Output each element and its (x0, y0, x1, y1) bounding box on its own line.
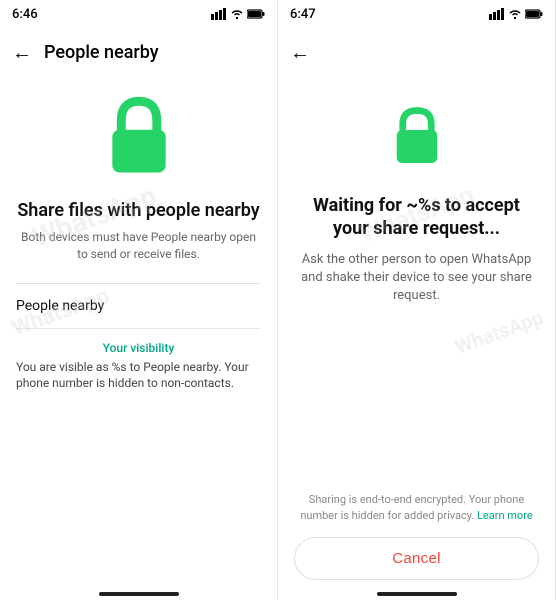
share-subtitle: Both devices must have People nearby ope… (16, 229, 261, 263)
battery-icon-2 (525, 9, 543, 19)
bottom-bar-2 (377, 592, 457, 596)
status-bar-1: 6:46 (0, 0, 277, 28)
bottom-indicator-1 (0, 584, 277, 600)
wifi-icon-2 (508, 9, 522, 19)
waiting-subtitle: Ask the other person to open WhatsApp an… (298, 251, 535, 306)
back-button-1[interactable]: ← (12, 40, 32, 65)
people-nearby-list-item[interactable]: People nearby (16, 284, 261, 329)
visibility-section-label: Your visibility (103, 341, 175, 355)
learn-more-link[interactable]: Learn more (477, 509, 533, 522)
wifi-icon (230, 9, 244, 19)
status-bar-2: 6:47 (278, 0, 555, 28)
bottom-bar-1 (99, 592, 179, 596)
status-time-1: 6:46 (12, 7, 38, 22)
share-title: Share files with people nearby (17, 200, 259, 221)
battery-icon (247, 9, 265, 19)
top-bar-1: ← People nearby (0, 28, 277, 76)
status-icons-2 (489, 8, 543, 20)
back-button-2[interactable]: ← (290, 40, 310, 65)
status-icons-1 (211, 8, 265, 20)
signal-icon (211, 8, 227, 20)
visibility-text: You are visible as %s to People nearby. … (16, 359, 261, 393)
signal-icon-2 (489, 8, 505, 20)
screen-waiting: 6:47 ← (278, 0, 556, 600)
watermark-container: WhatsApp (278, 200, 555, 230)
screen-people-nearby: 6:46 ← People nearby (0, 0, 278, 600)
privacy-text: Sharing is end-to-end encrypted. Your ph… (294, 492, 539, 523)
bottom-section: Sharing is end-to-end encrypted. Your ph… (278, 492, 555, 580)
status-time-2: 6:47 (290, 7, 316, 22)
cancel-button[interactable]: Cancel (294, 537, 539, 580)
bottom-indicator-2 (278, 584, 555, 600)
lock-icon-large (99, 96, 179, 200)
watermark-4-container: WhatsApp (453, 320, 545, 344)
lock-icon-medium (387, 106, 447, 194)
page-title-1: People nearby (44, 42, 159, 63)
top-bar-2: ← (278, 28, 555, 76)
screen1-main-content: Share files with people nearby Both devi… (0, 76, 277, 584)
